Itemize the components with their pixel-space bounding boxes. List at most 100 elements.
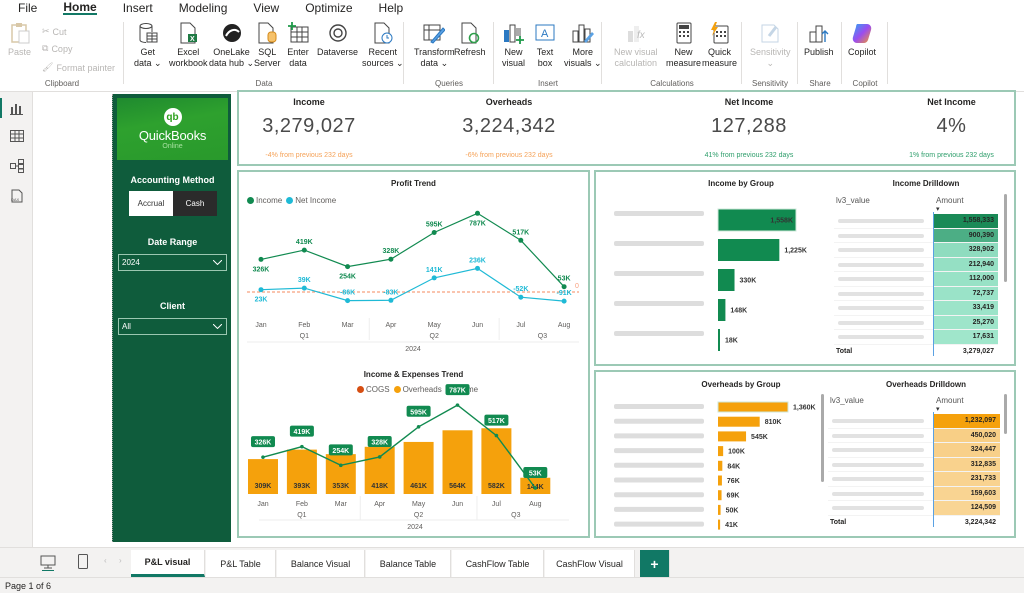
group-bar[interactable]	[718, 239, 780, 261]
column-header-amount[interactable]: Amount	[936, 196, 964, 205]
table-row[interactable]: 1,232,097	[828, 414, 1000, 429]
cut-button[interactable]: ✂ Cut	[42, 26, 67, 37]
enter-data-button[interactable]: Enter data	[287, 22, 309, 69]
report-view-button[interactable]	[0, 98, 25, 118]
table-row[interactable]: 900,390	[834, 228, 998, 243]
table-row[interactable]: 231,733	[828, 472, 1000, 487]
model-view-button[interactable]	[9, 158, 25, 174]
data-point[interactable]	[494, 433, 499, 438]
data-point[interactable]	[533, 486, 538, 490]
text-box-button[interactable]: A Text box	[534, 22, 556, 69]
menu-modeling[interactable]: Modeling	[179, 1, 228, 15]
table-row[interactable]: 212,940	[834, 257, 998, 272]
cash-option[interactable]: Cash	[173, 191, 217, 216]
copy-button[interactable]: ⧉ Copy	[42, 43, 72, 54]
data-point[interactable]	[261, 455, 265, 459]
data-point[interactable]	[455, 403, 460, 407]
refresh-button[interactable]: Refresh	[454, 22, 486, 58]
data-point[interactable]	[388, 297, 394, 303]
data-point[interactable]	[258, 256, 264, 262]
table-row[interactable]: 33,419	[834, 301, 998, 316]
page-tab[interactable]: Balance Visual	[277, 550, 365, 577]
data-point[interactable]	[339, 463, 343, 468]
data-point[interactable]	[475, 210, 480, 216]
group-bar[interactable]	[718, 329, 720, 351]
new-measure-button[interactable]: New measure	[666, 22, 701, 69]
data-point[interactable]	[377, 455, 382, 459]
menu-insert[interactable]: Insert	[123, 1, 153, 15]
data-point[interactable]	[345, 298, 351, 304]
new-visual-button[interactable]: New visual	[502, 22, 525, 69]
data-point[interactable]	[475, 265, 480, 271]
scrollbar[interactable]	[1004, 194, 1007, 282]
group-bar[interactable]	[718, 416, 760, 427]
scrollbar[interactable]	[821, 394, 824, 482]
mobile-layout-button[interactable]	[77, 554, 89, 575]
table-row[interactable]: 112,000	[834, 272, 998, 287]
data-point[interactable]	[258, 287, 264, 293]
data-point[interactable]	[431, 230, 437, 235]
column-header-amount[interactable]: Amount	[936, 396, 964, 405]
data-point[interactable]	[301, 247, 307, 253]
dax-query-view-button[interactable]: DAX	[9, 188, 25, 204]
data-point[interactable]	[388, 256, 394, 262]
scroll-tabs-left[interactable]: ‹	[104, 556, 107, 565]
table-row[interactable]: 17,631	[834, 330, 998, 345]
menu-view[interactable]: View	[253, 1, 279, 15]
publish-button[interactable]: Publish	[804, 22, 834, 58]
scrollbar[interactable]	[1004, 394, 1007, 434]
onelake-button[interactable]: OneLake data hub ⌄	[209, 22, 254, 69]
recent-sources-button[interactable]: Recent sources ⌄	[362, 22, 404, 69]
menu-help[interactable]: Help	[379, 1, 404, 15]
table-row[interactable]: 312,835	[828, 457, 1000, 472]
column-header-lv3[interactable]: lv3_value	[830, 396, 864, 405]
desktop-layout-button[interactable]	[40, 555, 56, 576]
group-bar[interactable]	[718, 504, 721, 515]
menu-home[interactable]: Home	[63, 1, 97, 15]
data-point[interactable]	[518, 294, 524, 300]
column-header-lv3[interactable]: lv3_value	[836, 196, 870, 205]
scroll-tabs-right[interactable]: ›	[119, 556, 122, 565]
excel-button[interactable]: X Excel workbook	[169, 22, 208, 69]
table-row[interactable]: 328,902	[834, 243, 998, 258]
table-row[interactable]: 450,020	[828, 428, 1000, 443]
group-bar[interactable]	[718, 299, 726, 321]
sensitivity-button[interactable]: Sensitivity ⌄	[750, 22, 791, 69]
menu-file[interactable]: File	[18, 1, 37, 15]
client-dropdown[interactable]: All	[118, 318, 227, 335]
data-point[interactable]	[431, 275, 437, 281]
group-bar[interactable]	[718, 269, 735, 291]
group-bar[interactable]	[718, 446, 724, 457]
page-tab[interactable]: CashFlow Visual	[545, 550, 635, 577]
get-data-button[interactable]: Get data ⌄	[134, 22, 162, 69]
data-point[interactable]	[345, 264, 351, 270]
sql-server-button[interactable]: SQL Server	[254, 22, 281, 69]
date-range-dropdown[interactable]: 2024	[118, 254, 227, 271]
add-page-button[interactable]: +	[640, 550, 670, 577]
table-view-button[interactable]	[9, 128, 25, 144]
menu-optimize[interactable]: Optimize	[305, 1, 352, 15]
table-row[interactable]: 25,270	[834, 315, 998, 330]
format-painter-button[interactable]: 🖌 Format painter	[42, 62, 115, 73]
page-tab[interactable]: P&L Table	[206, 550, 276, 577]
table-row[interactable]: 1,558,333	[834, 214, 998, 229]
group-bar[interactable]	[717, 401, 789, 413]
paste-button[interactable]: Paste	[8, 22, 31, 58]
page-tab[interactable]: CashFlow Table	[452, 550, 544, 577]
transform-data-button[interactable]: Transform data ⌄	[414, 22, 455, 69]
data-point[interactable]	[301, 285, 307, 291]
data-point[interactable]	[300, 444, 304, 449]
quick-measure-button[interactable]: Quick measure	[702, 22, 737, 69]
table-row[interactable]: 124,509	[828, 501, 1000, 516]
group-bar[interactable]	[718, 490, 722, 501]
data-point[interactable]	[561, 298, 567, 304]
group-bar[interactable]	[718, 431, 747, 442]
page-tab[interactable]: Balance Table	[366, 550, 451, 577]
data-point[interactable]	[416, 425, 421, 429]
page-tab[interactable]: P&L visual	[131, 550, 205, 577]
group-bar[interactable]	[718, 519, 721, 530]
group-bar[interactable]	[718, 460, 723, 471]
group-bar[interactable]	[718, 475, 722, 486]
table-row[interactable]: 324,447	[828, 443, 1000, 458]
new-visual-calculation-button[interactable]: fx New visual calculation	[614, 22, 658, 69]
